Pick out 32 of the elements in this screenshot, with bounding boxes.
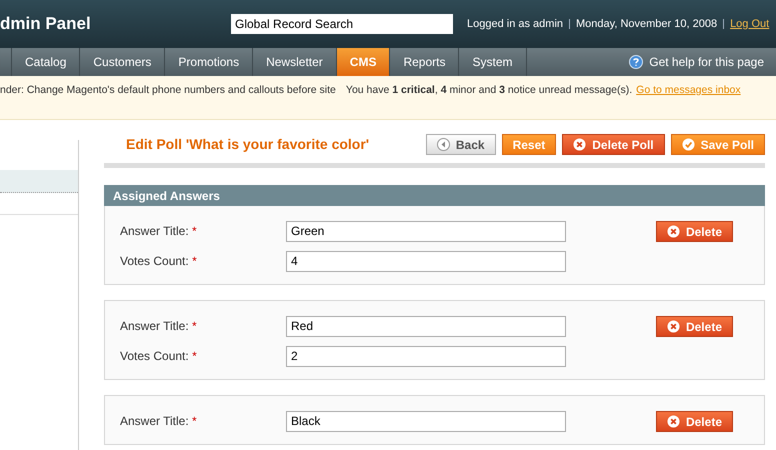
user-text: Logged in as admin — [467, 16, 564, 32]
page-title: Edit Poll 'What is your favorite color' — [126, 135, 370, 154]
date-text: Monday, November 10, 2008 — [576, 16, 718, 32]
input-field[interactable]: Black — [286, 410, 566, 432]
delete-button[interactable]: Delete — [656, 221, 733, 242]
help-link[interactable]: Get help for this page — [649, 53, 764, 71]
close-icon — [573, 138, 586, 151]
messages-text: You have 1 critical, 4 minor and 3 notice unread message(s). — [346, 83, 632, 98]
field-label: Answer Title: * — [120, 223, 198, 240]
help-icon — [629, 55, 644, 69]
section-header: Assigned Answers — [104, 185, 765, 206]
input-field[interactable]: 2 — [286, 346, 566, 366]
search-field[interactable]: Global Record Search — [231, 14, 453, 34]
field-label: Answer Title: * — [120, 318, 198, 335]
back-button[interactable]: Back — [426, 134, 496, 155]
input-field[interactable]: 4 — [286, 250, 566, 272]
input-field[interactable]: Green — [286, 220, 566, 242]
close-icon — [666, 225, 680, 238]
input-field[interactable]: Red — [286, 316, 566, 336]
delete-button[interactable]: Delete Poll — [562, 134, 665, 155]
panel-title: dmin Panel — [0, 13, 92, 36]
field-label: Votes Count: * — [120, 348, 198, 365]
field-label: Votes Count: * — [120, 253, 198, 270]
close-icon — [666, 415, 680, 428]
reminder-text: nder: Change Magento's default phone numbers and callouts before site — [0, 83, 336, 98]
delete-button[interactable]: Delete — [656, 316, 733, 337]
logout-link[interactable]: Log Out — [730, 16, 770, 32]
close-icon — [666, 320, 680, 333]
sidebar-item[interactable] — [0, 170, 78, 193]
checkmark-icon — [682, 138, 695, 151]
delete-button[interactable]: Delete — [656, 411, 733, 432]
field-label: Answer Title: * — [120, 413, 198, 430]
